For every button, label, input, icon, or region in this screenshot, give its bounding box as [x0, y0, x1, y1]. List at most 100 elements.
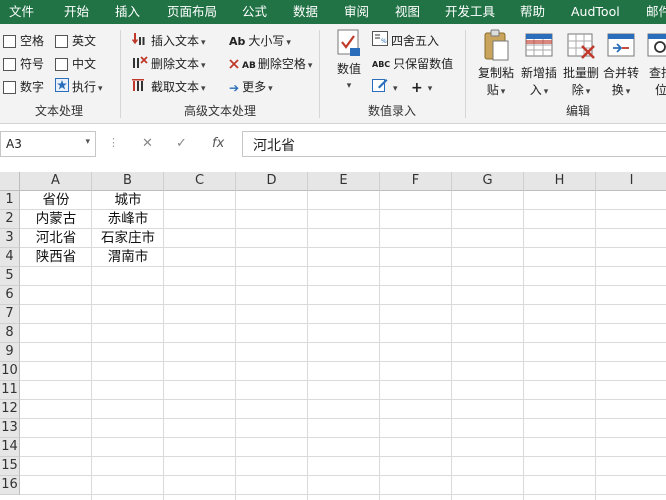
case-button[interactable]: Ab 大小写: [229, 31, 291, 51]
row-header[interactable]: 13: [0, 419, 20, 438]
insert-row-icon: [524, 28, 554, 62]
tab-data[interactable]: 数据: [293, 0, 318, 24]
checkbox-space[interactable]: 空格: [3, 31, 44, 51]
checkbox-number[interactable]: 数字: [3, 77, 44, 97]
row-header[interactable]: 10: [0, 362, 20, 381]
gridline: [20, 437, 666, 438]
cell[interactable]: 石家庄市: [92, 229, 164, 248]
merge-icon: [606, 28, 636, 62]
cell[interactable]: 省份: [20, 191, 92, 210]
tab-review[interactable]: 审阅: [344, 0, 369, 24]
tab-developer[interactable]: 开发工具: [445, 0, 495, 24]
checkbox-label: 数字: [20, 80, 45, 94]
tab-formulas[interactable]: 公式: [242, 0, 267, 24]
column-header[interactable]: E: [308, 172, 380, 191]
insert-new-button[interactable]: 新增插 入: [517, 28, 561, 101]
tab-home[interactable]: 开始: [64, 0, 89, 24]
tab-audtool[interactable]: AudTool: [571, 0, 620, 24]
row-header[interactable]: 14: [0, 438, 20, 457]
spreadsheet-grid: A B C D E F G H I 1 2 3 4 5 6 7 8 9 10 11 12 13 14 15 16 省份 城市 内蒙古赤…: [0, 172, 666, 500]
row-header[interactable]: 3: [0, 229, 20, 248]
copy-paste-button[interactable]: 复制粘 贴: [474, 28, 518, 101]
row-header[interactable]: 1: [0, 191, 20, 210]
checkbox-english[interactable]: 英文: [55, 31, 96, 51]
row-header[interactable]: 15: [0, 457, 20, 476]
checkbox-box[interactable]: [3, 35, 16, 48]
extract-text-button[interactable]: 截取文本: [132, 77, 206, 97]
checkbox-chinese[interactable]: 中文: [55, 54, 96, 74]
delete-text-button[interactable]: 删除文本: [132, 54, 206, 74]
checkbox-box[interactable]: [3, 58, 16, 71]
keep-number-button[interactable]: ABC 只保留数值: [372, 54, 453, 74]
gridline: [379, 191, 380, 500]
column-header[interactable]: A: [20, 172, 92, 191]
case-icon: Ab: [229, 34, 246, 48]
cell[interactable]: 河北省: [20, 229, 92, 248]
extract-text-icon: [132, 78, 148, 98]
batch-delete-button[interactable]: 批量删 除: [559, 28, 603, 101]
ribbon-tab-bar: 文件 开始 插入 页面布局 公式 数据 审阅 视图 开发工具 帮助 AudToo…: [0, 0, 666, 24]
column-header[interactable]: I: [596, 172, 666, 191]
row-header[interactable]: 7: [0, 305, 20, 324]
chevron-down-icon[interactable]: ▾: [85, 137, 90, 147]
number-button[interactable]: 数值 ▾: [331, 28, 367, 95]
cell[interactable]: 城市: [92, 191, 164, 210]
more-button[interactable]: ➔ 更多: [229, 77, 273, 97]
insert-text-button[interactable]: 插入文本: [131, 31, 206, 51]
find-locate-button[interactable]: 查找 位: [643, 28, 666, 99]
cancel-icon[interactable]: ✕: [142, 136, 153, 151]
column-header[interactable]: F: [380, 172, 452, 191]
column-header[interactable]: G: [452, 172, 524, 191]
column-header[interactable]: C: [164, 172, 236, 191]
add-button[interactable]: +: [411, 77, 432, 97]
formula-input[interactable]: 河北省: [242, 131, 666, 157]
gridline: [451, 191, 452, 500]
edit-shape-button[interactable]: [372, 77, 398, 97]
gridline: [20, 475, 666, 476]
row-header[interactable]: 2: [0, 210, 20, 229]
column-header[interactable]: H: [524, 172, 596, 191]
row-header[interactable]: 16: [0, 476, 20, 495]
row-header[interactable]: 12: [0, 400, 20, 419]
tab-help[interactable]: 帮助: [520, 0, 545, 24]
merge-convert-button[interactable]: 合并转 换: [601, 28, 641, 101]
column-header[interactable]: D: [236, 172, 308, 191]
row-header[interactable]: 8: [0, 324, 20, 343]
tab-page-layout[interactable]: 页面布局: [167, 0, 217, 24]
row-header[interactable]: 6: [0, 286, 20, 305]
column-header[interactable]: B: [92, 172, 164, 191]
insert-function-icon[interactable]: fx: [212, 136, 224, 151]
name-box[interactable]: A3 ▾: [0, 131, 96, 157]
more-dots-icon: ⋮: [108, 136, 119, 149]
delete-space-button[interactable]: AB 删除空格: [229, 54, 312, 74]
merge-convert-label-1: 合并转: [602, 66, 639, 80]
row-header[interactable]: 9: [0, 343, 20, 362]
checkbox-symbol[interactable]: 符号: [3, 54, 44, 74]
cell[interactable]: 赤峰市: [92, 210, 164, 229]
checkbox-box[interactable]: [55, 58, 68, 71]
tab-insert[interactable]: 插入: [115, 0, 140, 24]
round-button[interactable]: % 四舍五入: [372, 31, 439, 51]
tab-file[interactable]: 文件: [9, 0, 34, 24]
tab-mail[interactable]: 邮件: [646, 0, 666, 24]
execute-button[interactable]: 执行: [55, 77, 103, 97]
checkbox-box[interactable]: [55, 35, 68, 48]
group-label-number-entry: 数值录入: [367, 104, 416, 118]
cell[interactable]: 内蒙古: [20, 210, 92, 229]
plus-icon: +: [411, 79, 423, 96]
row-header[interactable]: 5: [0, 267, 20, 286]
delete-text-label: 删除文本: [151, 57, 206, 71]
enter-icon[interactable]: ✓: [176, 136, 187, 151]
tab-view[interactable]: 视图: [395, 0, 420, 24]
group-divider: [465, 30, 466, 118]
case-label: 大小写: [248, 34, 291, 48]
checkbox-box[interactable]: [3, 81, 16, 94]
row-header[interactable]: 4: [0, 248, 20, 267]
cell[interactable]: 陕西省: [20, 248, 92, 267]
gridline: [20, 304, 666, 305]
row-header[interactable]: 11: [0, 381, 20, 400]
select-all-corner[interactable]: [0, 172, 20, 191]
gridline: [20, 494, 666, 495]
cell[interactable]: 渭南市: [92, 248, 164, 267]
formula-bar: A3 ▾ ⋮ ✕ ✓ fx 河北省: [0, 128, 666, 166]
